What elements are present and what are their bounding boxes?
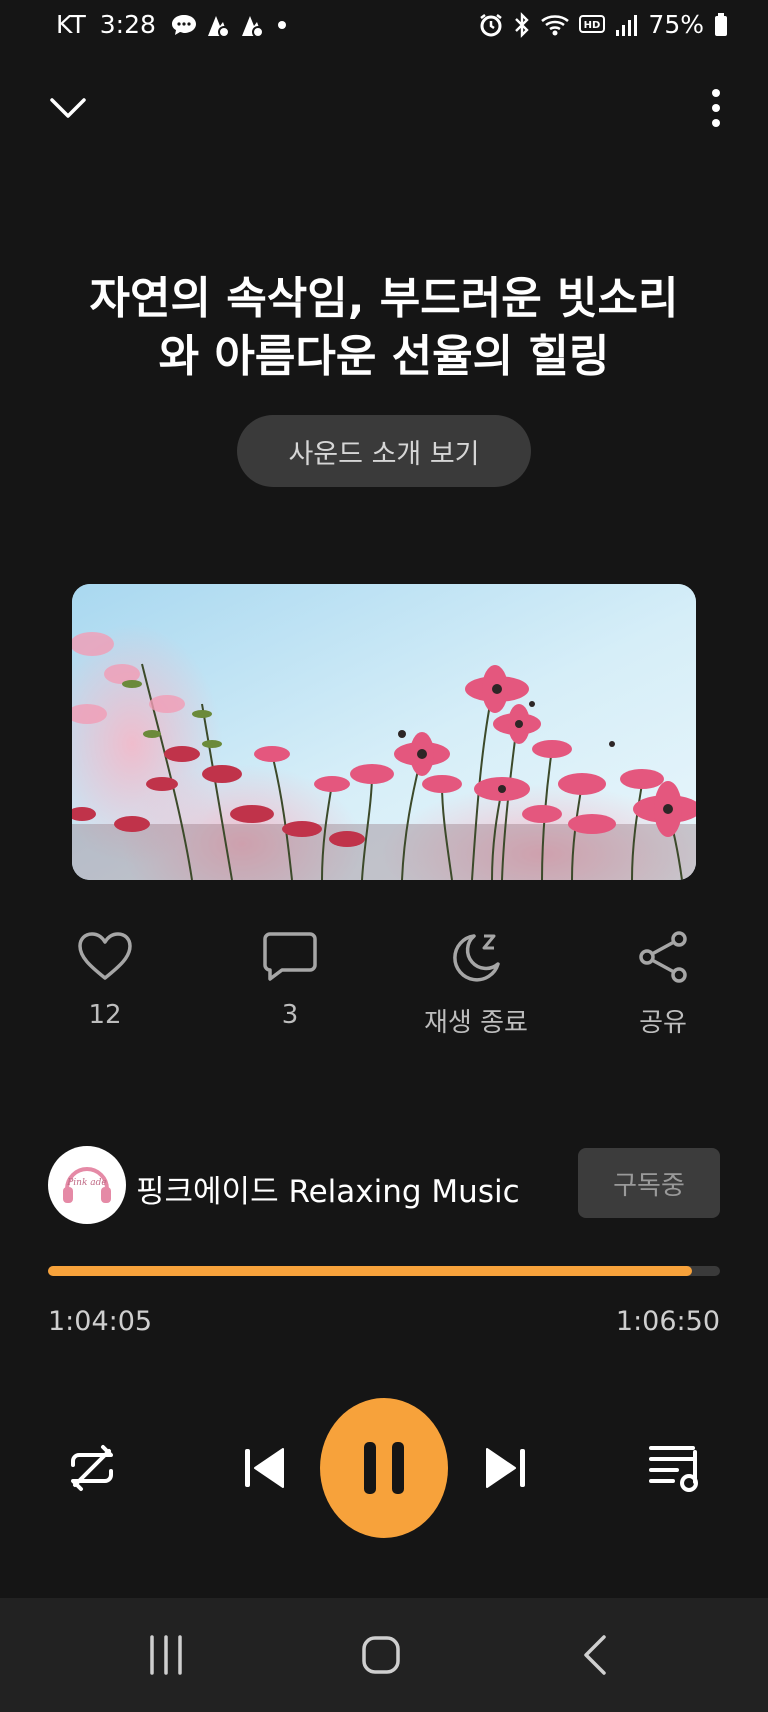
- collapse-button[interactable]: [40, 80, 96, 136]
- notification-icons: [170, 12, 286, 38]
- more-options-button[interactable]: [688, 80, 744, 136]
- system-nav-bar: [0, 1598, 768, 1712]
- skip-previous-icon: [245, 1448, 284, 1488]
- alarm-icon: [480, 13, 503, 36]
- action-row: 12 3 재생 종료 공유: [0, 930, 768, 1050]
- status-left: KT 3:28: [56, 10, 286, 39]
- status-right: HD 75%: [478, 10, 728, 39]
- comment-count: 3: [281, 1000, 299, 1030]
- system-icons: HD: [478, 11, 638, 38]
- sleep-label: 재생 종료: [424, 1008, 528, 1038]
- title-line: 와 아름다운 선율의 힐링: [158, 331, 610, 382]
- sound-title: 자연의 속삭임, 부드러운 빗소리와 아름다운 선율의 힐링: [60, 270, 708, 386]
- share-label: 공유: [639, 1008, 687, 1038]
- status-bar: KT 3:28 HD 75%: [0, 0, 768, 56]
- pause-icon: [320, 1398, 448, 1538]
- signal-icon: [616, 14, 638, 36]
- bluetooth-icon: [515, 11, 530, 38]
- progress-bar[interactable]: [48, 1266, 720, 1276]
- cover-image: [72, 584, 696, 880]
- like-button[interactable]: 12: [25, 930, 185, 1030]
- title-line: 자연의 속삭임, 부드러운 빗소리: [89, 273, 679, 324]
- repeat-button[interactable]: [56, 1432, 128, 1504]
- chevron-down-icon: [50, 98, 86, 118]
- playlist-icon: [649, 1446, 698, 1492]
- battery-icon: [715, 12, 727, 36]
- back-icon: [584, 1635, 606, 1675]
- more-vert-icon: [712, 89, 720, 127]
- wifi-icon: [541, 14, 570, 35]
- channel-name[interactable]: 핑크에이드 Relaxing Music: [136, 1166, 520, 1211]
- next-button[interactable]: [470, 1432, 542, 1504]
- cosmos-flowers-image: [72, 584, 696, 880]
- current-time: 1:04:05: [48, 1306, 153, 1337]
- channel-avatar[interactable]: Pink ade: [48, 1146, 126, 1224]
- top-bar: [0, 70, 768, 150]
- headphones-logo: Pink ade: [63, 1167, 111, 1203]
- repeat-off-icon: [71, 1445, 113, 1491]
- subscribe-button[interactable]: 구독중: [578, 1148, 720, 1218]
- like-count: 12: [88, 1000, 122, 1030]
- share-icon: [639, 931, 687, 983]
- recents-icon: [150, 1635, 182, 1675]
- playlist-button[interactable]: [640, 1432, 712, 1504]
- skip-next-icon: [486, 1448, 525, 1488]
- app-notification-icon: [207, 15, 230, 38]
- comment-button[interactable]: 3: [210, 930, 370, 1030]
- recents-button[interactable]: [126, 1623, 206, 1687]
- carrier-label: KT: [56, 10, 86, 39]
- chat-icon: [171, 14, 196, 35]
- comment-icon: [263, 932, 317, 981]
- heart-icon: [78, 932, 132, 980]
- home-button[interactable]: [341, 1623, 421, 1687]
- pause-button[interactable]: [320, 1398, 448, 1538]
- avatar-logo-text: Pink ade: [66, 1178, 107, 1188]
- clock: 3:28: [99, 10, 156, 39]
- hd-voice-icon: HD: [579, 14, 606, 33]
- moon-sleep-icon: [453, 934, 500, 982]
- back-button[interactable]: [556, 1623, 636, 1687]
- battery-percent: 75%: [648, 10, 704, 39]
- share-button[interactable]: 공유: [583, 930, 743, 1039]
- sleep-timer-button[interactable]: 재생 종료: [396, 930, 556, 1039]
- more-notifications-dot: [277, 20, 286, 29]
- home-icon: [362, 1636, 400, 1674]
- progress-fill: [48, 1266, 693, 1276]
- previous-button[interactable]: [228, 1432, 300, 1504]
- channel-row: Pink ade 핑크에이드 Relaxing Music 구독중: [48, 1146, 720, 1226]
- total-time: 1:06:50: [615, 1306, 720, 1337]
- sound-intro-button[interactable]: 사운드 소개 보기: [237, 415, 531, 487]
- svg-text:HD: HD: [584, 20, 601, 31]
- app-notification-icon: [241, 15, 264, 38]
- playback-controls: [0, 1398, 768, 1538]
